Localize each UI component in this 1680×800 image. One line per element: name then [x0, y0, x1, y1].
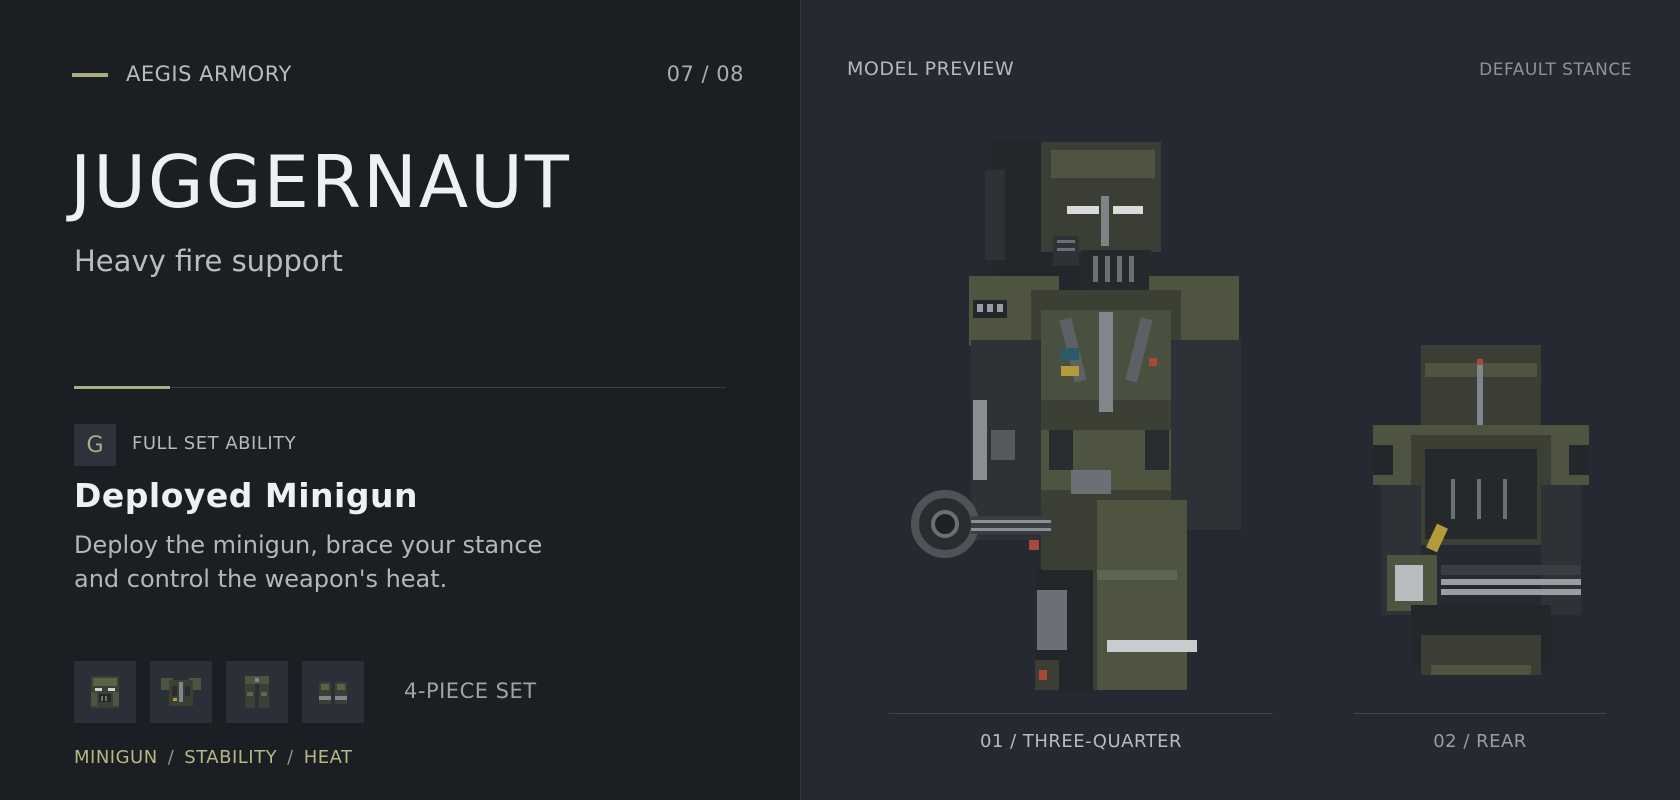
model-three-quarter[interactable] — [901, 140, 1241, 700]
set-pieces — [74, 661, 364, 723]
info-panel: AEGIS ARMORY 07 / 08 JUGGERNAUT Heavy fi… — [0, 0, 800, 800]
set-count-label: 4-PIECE SET — [404, 679, 537, 703]
set-piece-helmet[interactable] — [74, 661, 136, 723]
tag-heat: HEAT — [303, 747, 353, 768]
view-caption-three-quarter[interactable]: 01 / THREE-QUARTER — [889, 731, 1273, 752]
ability-tags: MINIGUN / STABILITY / HEAT — [74, 747, 353, 768]
preview-label: MODEL PREVIEW — [847, 58, 1015, 80]
section-divider — [74, 387, 726, 388]
brand-name: AEGIS ARMORY — [126, 62, 292, 86]
tag-minigun: MINIGUN — [74, 747, 158, 768]
ability-description: Deploy the minigun, brace your stance an… — [74, 531, 543, 593]
model-preview-panel: MODEL PREVIEW DEFAULT STANCE 01 / THREE-… — [800, 0, 1680, 800]
model-rear[interactable] — [1371, 345, 1591, 695]
stance-label[interactable]: DEFAULT STANCE — [1479, 60, 1632, 80]
tag-separator: / — [287, 747, 294, 768]
brand-accent-line — [72, 73, 108, 77]
tag-stability: STABILITY — [184, 747, 278, 768]
item-counter: 07 / 08 — [666, 62, 744, 86]
chest-armor-icon — [161, 678, 201, 706]
helmet-icon — [91, 676, 119, 708]
armor-subtitle: Heavy fire support — [74, 244, 343, 278]
set-piece-legs[interactable] — [226, 661, 288, 723]
leg-armor-icon — [245, 676, 269, 708]
set-piece-boots[interactable] — [302, 661, 364, 723]
caption-line-1 — [889, 713, 1273, 714]
tag-separator: / — [167, 747, 175, 768]
ability-label: FULL SET ABILITY — [132, 433, 297, 454]
set-piece-chest[interactable] — [150, 661, 212, 723]
view-caption-rear[interactable]: 02 / REAR — [1354, 731, 1606, 752]
divider-progress-accent — [74, 386, 170, 389]
ability-key-badge: G — [74, 424, 116, 466]
armor-title: JUGGERNAUT — [70, 140, 571, 224]
boots-icon — [319, 682, 347, 704]
ability-name: Deployed Minigun — [74, 476, 418, 515]
caption-line-2 — [1354, 713, 1606, 714]
